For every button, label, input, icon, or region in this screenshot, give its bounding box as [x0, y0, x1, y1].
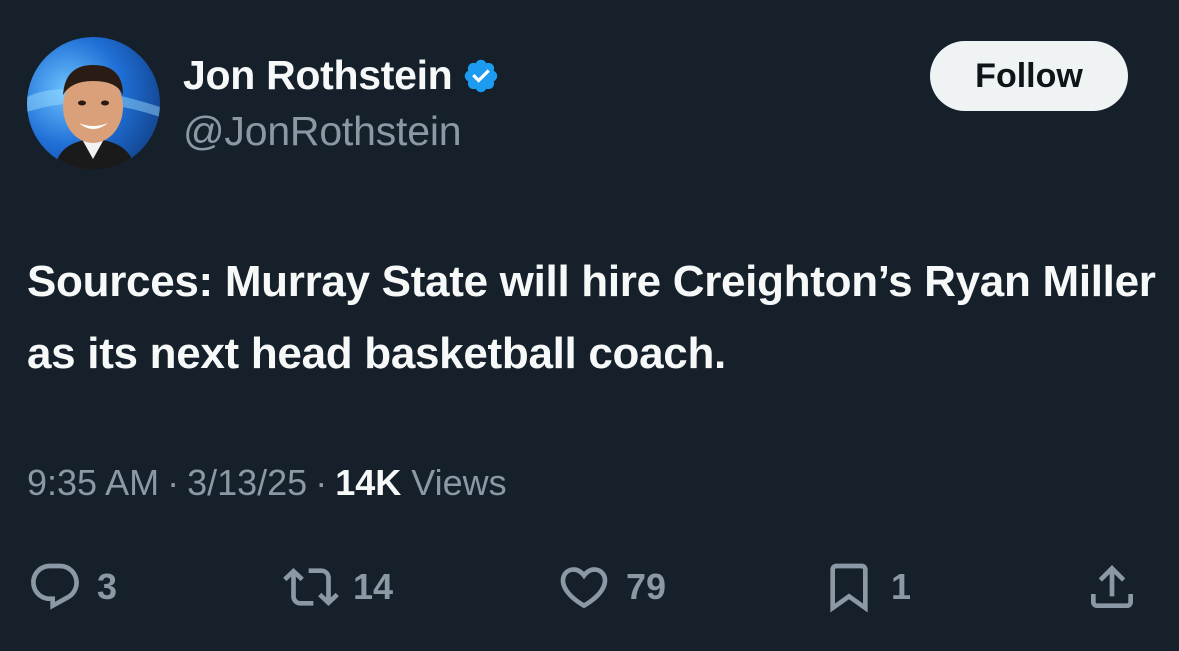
- tweet-text: Sources: Murray State will hire Creighto…: [27, 257, 1156, 378]
- author-handle[interactable]: @JonRothstein: [183, 108, 462, 155]
- reply-count: 3: [97, 566, 118, 607]
- repost-count: 14: [353, 566, 394, 607]
- tweet-meta: 9:35 AM · 3/13/25 · 14K Views: [27, 462, 507, 504]
- share-icon: [1091, 565, 1133, 608]
- verified-badge-icon[interactable]: [462, 57, 500, 95]
- share-button[interactable]: [1084, 555, 1140, 619]
- bookmark-count: 1: [891, 566, 912, 607]
- reply-icon: [31, 563, 79, 610]
- tweet-time[interactable]: 9:35 AM: [27, 462, 159, 504]
- heart-icon: [560, 567, 608, 609]
- follow-button[interactable]: Follow: [930, 41, 1128, 111]
- meta-separator: ·: [315, 462, 328, 503]
- reply-button[interactable]: 3: [27, 555, 117, 619]
- meta-separator: ·: [167, 462, 180, 503]
- like-count: 79: [626, 566, 667, 607]
- tweet-card: Jon Rothstein @JonRothstein Follow Sourc…: [0, 0, 1179, 651]
- author-name-row: Jon Rothstein: [183, 52, 500, 99]
- views-label[interactable]: Views: [411, 462, 506, 504]
- repost-icon: [283, 568, 339, 606]
- like-button[interactable]: 79: [556, 555, 666, 619]
- avatar-image: [27, 65, 160, 170]
- repost-button[interactable]: 14: [283, 555, 393, 619]
- author-display-name[interactable]: Jon Rothstein: [183, 52, 453, 99]
- action-bar: 3 14 79 1: [0, 555, 1179, 625]
- views-count[interactable]: 14K: [335, 462, 401, 504]
- tweet-date[interactable]: 3/13/25: [187, 462, 307, 504]
- bookmark-icon: [830, 563, 868, 613]
- bookmark-button[interactable]: 1: [821, 555, 911, 619]
- avatar[interactable]: [27, 37, 160, 170]
